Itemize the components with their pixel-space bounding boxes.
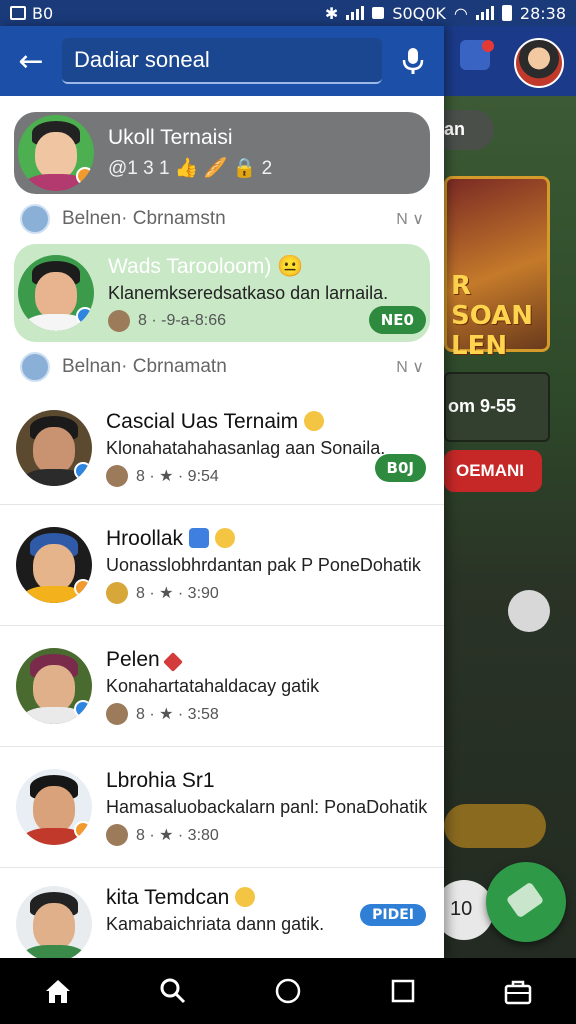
search-top-bar: ← Dadiar soneal: [0, 26, 444, 96]
arrow-left-icon[interactable]: ←: [0, 26, 62, 96]
search-icon[interactable]: [153, 971, 193, 1011]
section-label: Belnan· Cbrnamatn: [62, 356, 227, 377]
status-badge[interactable]: NE0: [368, 306, 426, 334]
red-action-button[interactable]: OEMANI: [444, 450, 542, 492]
avatar: [16, 648, 92, 724]
signal-icon-2: [475, 6, 494, 20]
message-snippet: Uonasslobhrdantan pak P PoneDohatik: [106, 554, 421, 575]
mini-avatar: [106, 823, 128, 846]
bluetooth-icon: ✱: [324, 3, 339, 23]
home-icon[interactable]: [38, 971, 78, 1011]
item-meta: @1 3 1 👍 🥖 🔒 2: [108, 158, 273, 179]
list-item[interactable]: kita Temdcan Kamabaichriata dann gatik. …: [0, 867, 444, 958]
status-bar: B0 ✱ S0Q0K ◠ 28:38: [0, 0, 576, 26]
contact-name: Cascial Uas Ternaim: [106, 410, 444, 434]
smile-emoji-icon: [304, 410, 325, 431]
screenshot-icon: [10, 6, 26, 20]
item-meta: 8 · ★ · 3:90: [136, 584, 219, 602]
message-snippet: Konahartatahaldacay gatik: [106, 675, 320, 696]
clock-icon[interactable]: [508, 590, 550, 632]
battery-icon: [501, 5, 512, 21]
notification-dot: [482, 40, 494, 52]
contact-name: Lbrohia Sr1: [106, 768, 215, 792]
notification-icon: [372, 7, 385, 19]
bg-row-bar[interactable]: [444, 804, 546, 848]
bag-icon[interactable]: [498, 971, 538, 1011]
wifi-icon: ◠: [453, 3, 468, 23]
results-list: Ukoll Ternaisi @1 3 1 👍 🥖 🔒 2 Belnen· Cb…: [0, 96, 444, 958]
chevron-down-icon[interactable]: N ∨: [396, 209, 424, 229]
message-snippet: Klanemkseredsatkaso dan larnaila.: [108, 282, 389, 303]
microphone-icon[interactable]: [382, 26, 444, 96]
status-time: 28:38: [519, 3, 566, 23]
verified-icon: [189, 527, 210, 548]
square-recents-icon[interactable]: [383, 971, 423, 1011]
avatar: [18, 115, 94, 191]
emoji-icon: [215, 527, 236, 548]
contact-name: Ukoll Ternaisi: [108, 126, 233, 149]
item-meta: 8 · -9-a-8:66: [138, 311, 227, 329]
section-header: Belnen· Cbrnamstn N ∨: [0, 194, 444, 244]
search-drawer: ← Dadiar soneal Ukoll Ternaisi @1 3 1 👍 …: [0, 26, 444, 958]
system-nav-bar: [0, 958, 576, 1024]
contact-name: Pelen: [106, 648, 444, 672]
avatar: [16, 769, 92, 845]
section-label: Belnen· Cbrnamstn: [62, 208, 226, 229]
contact-name: Hroollak: [106, 527, 444, 551]
mini-avatar: [108, 309, 130, 332]
list-item[interactable]: Lbrohia Sr1 Hamasaluobackalarn panl: Pon…: [0, 746, 444, 867]
list-item[interactable]: Ukoll Ternaisi @1 3 1 👍 🥖 🔒 2: [0, 112, 444, 194]
mini-avatar: [106, 581, 128, 604]
network-text: S0Q0K: [392, 3, 446, 23]
avatar: [16, 527, 92, 603]
profile-avatar[interactable]: [514, 38, 564, 88]
list-item[interactable]: Wads Tarooloom) 😐 Klanemkseredsatkaso da…: [0, 244, 444, 342]
background-app: an R SOAN LEN om 9-55 OEMANI 10: [444, 26, 576, 958]
contact-name: Wads Tarooloom) 😐: [108, 254, 304, 278]
status-badge[interactable]: B0J: [374, 454, 426, 482]
chevron-down-icon[interactable]: N ∨: [396, 357, 424, 377]
mini-avatar: [106, 702, 128, 725]
signal-icon: [346, 6, 365, 20]
list-item[interactable]: Hroollak Uonasslobhrdantan pak P PoneDoh…: [0, 504, 444, 625]
item-meta: 8 · ★ · 3:80: [136, 826, 219, 844]
message-snippet: Hamasaluobackalarn panl: PonaDohatik: [106, 796, 428, 817]
avatar: [16, 886, 92, 958]
circle-home-icon[interactable]: [268, 971, 308, 1011]
section-header: Belnan· Cbrnamatn N ∨: [0, 342, 444, 392]
avatar: [16, 410, 92, 486]
heart-icon: [162, 651, 183, 672]
bg-pill[interactable]: an: [444, 110, 494, 150]
game-banner[interactable]: R SOAN LEN: [444, 176, 550, 361]
mini-avatar: [106, 464, 128, 487]
section-avatar: [20, 352, 50, 382]
item-meta: 8 · ★ · 9:54: [136, 467, 219, 485]
game-card[interactable]: om 9-55: [444, 372, 550, 442]
section-avatar: [20, 204, 50, 234]
emoji-icon: [235, 887, 256, 907]
search-value: Dadiar soneal: [74, 47, 210, 72]
search-input[interactable]: Dadiar soneal: [62, 38, 382, 84]
list-item[interactable]: Pelen Konahartatahaldacay gatik 8 · ★ · …: [0, 625, 444, 746]
compose-fab[interactable]: [486, 862, 566, 942]
list-item[interactable]: Cascial Uas Ternaim Klonahatahahasanlag …: [0, 392, 444, 504]
status-left-text: B0: [32, 3, 54, 23]
status-badge[interactable]: PIDEI: [360, 904, 426, 926]
item-meta: 8 · ★ · 3:58: [136, 705, 219, 723]
avatar: [18, 255, 94, 331]
